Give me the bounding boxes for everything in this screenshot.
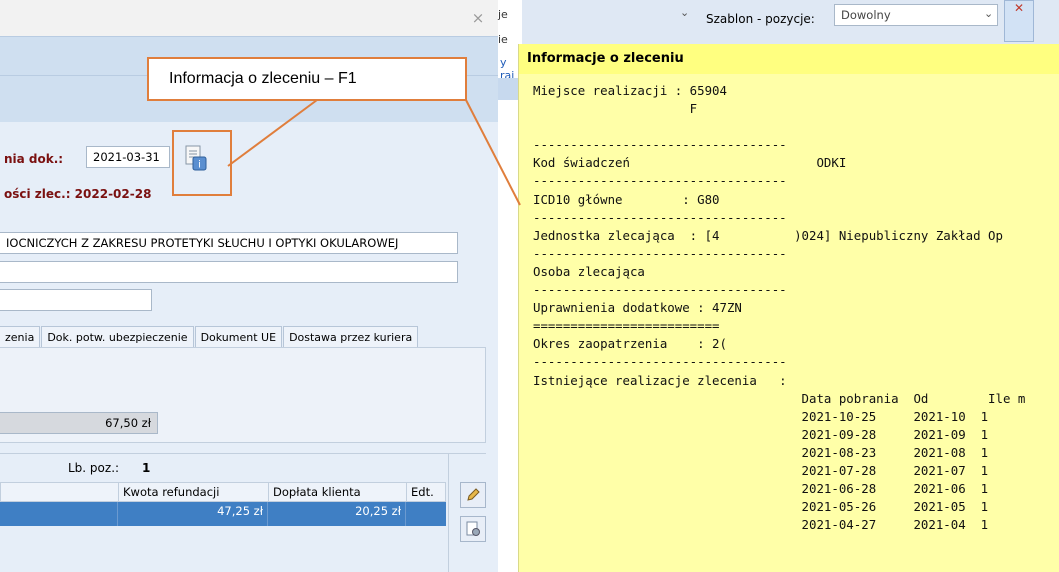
doc-date-label: nia dok.: [4,152,64,166]
bg-fragment: je [498,8,508,21]
settings-doc-button[interactable] [460,516,486,542]
tab-insurance-doc[interactable]: Dok. potw. ubezpieczenie [41,326,194,348]
chevron-down-icon[interactable]: ⌄ [984,7,993,20]
product-extra-field[interactable] [0,261,458,283]
template-select[interactable]: Dowolny [834,4,998,26]
info-button-highlight [172,130,232,196]
grid-cell-copay: 20,25 zł [268,502,406,526]
grid-cell-blank [0,502,118,526]
edit-pencil-button[interactable] [460,482,486,508]
tab-eu-doc[interactable]: Dokument UE [194,326,283,348]
bg-toolbar-button[interactable]: ✕ [1004,0,1034,42]
document-gear-icon [466,521,480,536]
close-icon[interactable]: × [470,10,486,26]
amount-field: 67,50 zł [0,412,158,434]
grid-header-refund[interactable]: Kwota refundacji [119,483,269,501]
grid-cell-edit [406,502,444,526]
pencil-icon [467,488,480,501]
positions-count-value: 1 [142,461,151,475]
bg-fragment: ie [498,33,508,46]
template-label: Szablon - pozycje: [706,12,815,26]
positions-count-label: Lb. poz.: [68,461,120,475]
table-row[interactable]: 47,25 zł 20,25 zł [0,502,446,526]
bg-dropdown-chevron[interactable]: ⌄ [680,6,689,19]
panel-title: Informacje o zleceniu [519,44,1059,74]
grid-side-toolbar [448,454,499,572]
dialog-titlebar: × [0,0,498,36]
tab-partial[interactable]: zenia [0,326,41,348]
close-icon: ✕ [1014,1,1025,15]
grid-header-blank [1,483,119,501]
grid-cell-refund: 47,25 zł [118,502,268,526]
tab-courier-delivery[interactable]: Dostawa przez kuriera [283,326,419,348]
grid-header-edit[interactable]: Edt. [407,483,445,501]
dialog-tabs: zenia Dok. potw. ubezpieczenie Dokument … [0,326,419,348]
divider [0,453,486,454]
callout-label: Informacja o zleceniu – F1 [147,57,467,101]
grid-header-copay[interactable]: Dopłata klienta [269,483,407,501]
panel-content: Miejsce realizacji : 65904 F -----------… [533,83,1026,533]
product-code-field[interactable] [0,289,152,311]
product-description-field[interactable]: IOCNICZYCH Z ZAKRESU PROTETYKI SŁUCHU I … [0,232,458,254]
order-info-panel: Informacje o zleceniu Miejsce realizacji… [518,44,1059,572]
positions-grid-header: Kwota refundacji Dopłata klienta Edt. [0,482,446,502]
valid-until-label: ości zlec.: 2022-02-28 [4,187,152,201]
doc-date-input[interactable]: 2021-03-31 [86,146,170,168]
